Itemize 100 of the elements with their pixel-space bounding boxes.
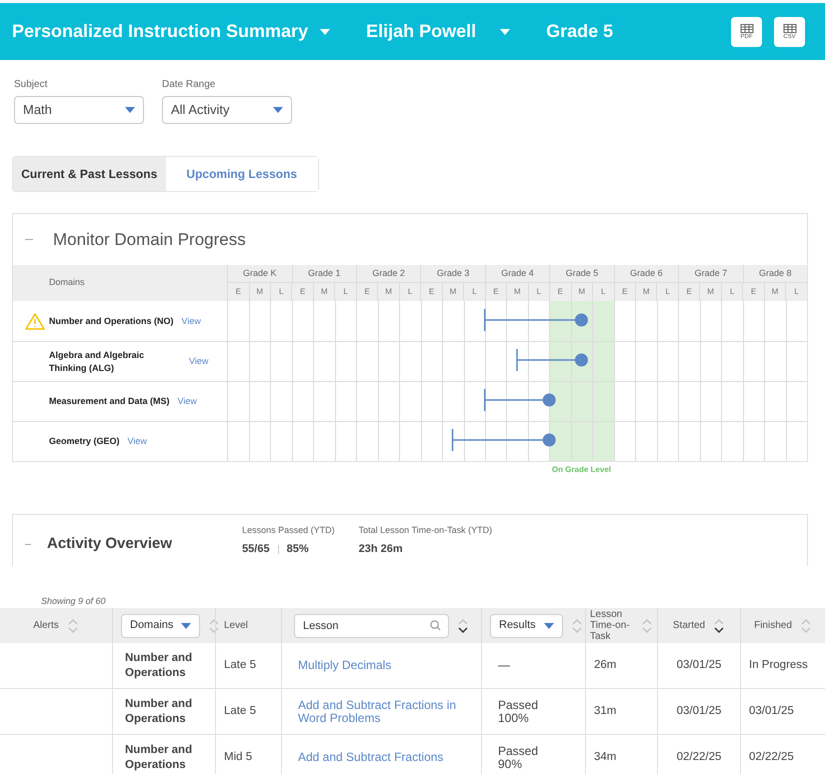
table-cell-text: Late 5	[224, 704, 256, 719]
progress-range	[516, 349, 588, 371]
table-cell-text: Late 5	[224, 658, 256, 673]
stat-label: Total Lesson Time-on-Task (YTD)	[358, 524, 492, 537]
table-cell-text: Passed 100%	[498, 698, 540, 724]
filter-label: Date Range	[162, 78, 216, 92]
band-header: L	[794, 286, 799, 298]
table-cell-text: 31m	[594, 704, 616, 719]
grade-header: Grade 3	[436, 266, 470, 280]
lesson-link[interactable]: Add and Subtract Fractions in Word Problems	[298, 698, 465, 724]
band-header: M	[256, 286, 264, 298]
band-header: M	[772, 286, 778, 298]
grade-header: Grade 2	[372, 266, 405, 280]
grade-header: Grade 7	[694, 266, 728, 280]
filter-dropdown[interactable]: All Activity	[162, 96, 292, 124]
grade-header: Grade 8	[759, 266, 792, 280]
sort-icon[interactable]	[713, 616, 726, 634]
domain-name: Measurement and Data (MS)	[49, 395, 170, 408]
band-header: E	[428, 286, 434, 298]
band-header: E	[558, 286, 563, 298]
band-header: L	[472, 286, 477, 298]
section-title: Activity Overview	[47, 534, 172, 554]
table-cell-text: 02/22/25	[676, 750, 722, 765]
report-title-dropdown[interactable]: Personalized Instruction Summary	[12, 18, 330, 45]
band-header: L	[343, 286, 348, 298]
band-header: L	[665, 286, 670, 298]
band-header: E	[300, 286, 306, 298]
band-header: E	[622, 286, 628, 298]
band-header: M	[578, 286, 586, 298]
band-header: M	[514, 286, 521, 298]
column-header: Lesson Time-on-Task	[590, 609, 631, 642]
table-cell-text: Mid 5	[224, 750, 252, 765]
caret-icon	[544, 622, 554, 628]
lesson-link[interactable]: Add and Subtract Fractions	[298, 751, 444, 764]
column-header: Level	[224, 619, 248, 633]
table-cell-text: 02/22/25	[749, 750, 794, 765]
domain-name: Geometry (GEO)	[49, 435, 120, 448]
view-link[interactable]: View	[189, 355, 208, 368]
table-cell-text: 03/01/25	[676, 704, 722, 719]
sort-icon[interactable]	[457, 616, 469, 634]
band-header: E	[493, 286, 499, 298]
band-header: L	[601, 286, 606, 298]
grade-header: Grade 6	[630, 266, 663, 280]
filter-dropdown[interactable]: Math	[14, 96, 144, 124]
caret-icon	[273, 107, 283, 113]
showing-count: Showing 9 of 60	[41, 596, 106, 606]
band-header: L	[730, 286, 734, 298]
view-link[interactable]: View	[128, 435, 147, 448]
grade-header: Grade K	[243, 266, 277, 280]
table-cell-text: In Progress	[749, 658, 808, 673]
column-filter-dropdown[interactable]: Results	[490, 614, 563, 638]
band-header: L	[536, 286, 542, 298]
caret-icon	[125, 107, 135, 113]
view-link[interactable]: View	[182, 314, 201, 328]
column-header: Started	[672, 620, 706, 631]
stat-value: 55/65	[242, 542, 270, 557]
table-cell-text: Number and Operations	[125, 696, 194, 726]
table-icon	[782, 24, 796, 32]
band-header: M	[642, 286, 650, 298]
band-header: E	[686, 286, 692, 298]
stat-label: Lessons Passed (YTD)	[242, 524, 335, 537]
grade-header: Grade 1	[308, 266, 340, 280]
column-header: Finished	[754, 620, 792, 631]
column-header: Domains	[49, 276, 85, 290]
table-cell-text: —	[498, 659, 511, 672]
table-cell-text: 34m	[594, 750, 616, 765]
grade-header: Grade 4	[501, 266, 534, 280]
lesson-tab[interactable]: Current & Past Lessons	[13, 157, 166, 191]
column-header: Alerts	[33, 620, 59, 631]
stat-value: 23h 26m	[358, 542, 403, 557]
lesson-link[interactable]: Multiply Decimals	[298, 659, 392, 672]
band-header: E	[236, 286, 241, 298]
band-header: M	[450, 286, 456, 298]
band-header: L	[279, 286, 284, 298]
on-grade-label: On Grade Level	[550, 464, 612, 476]
table-cell-text: Number and Operations	[125, 742, 194, 772]
band-header: M	[320, 286, 328, 298]
band-header: L	[408, 286, 412, 298]
caret-icon	[500, 28, 510, 34]
caret-icon	[181, 622, 192, 628]
domain-name: Number and Operations (NO)	[49, 314, 174, 328]
band-header: M	[385, 286, 392, 298]
band-header: E	[364, 286, 370, 298]
table-cell-text: 03/01/25	[676, 658, 722, 673]
view-link[interactable]: View	[178, 395, 197, 408]
search-icon	[430, 620, 441, 631]
lesson-search-field[interactable]: Lesson	[294, 614, 449, 638]
section-title: Monitor Domain Progress	[53, 228, 246, 251]
band-header: E	[750, 286, 756, 298]
column-filter-dropdown[interactable]: Domains	[121, 614, 200, 638]
table-cell-text: 03/01/25	[749, 704, 794, 719]
domain-name: Algebra and Algebraic Thinking (ALG)	[49, 348, 146, 374]
filter-label: Subject	[14, 78, 48, 92]
table-icon	[740, 24, 754, 32]
grade-label: Grade 5	[546, 20, 614, 43]
band-header: M	[707, 286, 714, 298]
student-dropdown[interactable]: Elijah Powell	[366, 18, 510, 45]
grade-header: Grade 5	[566, 266, 598, 280]
table-cell-text: Number and Operations	[125, 650, 194, 680]
table-cell-text: 26m	[594, 658, 616, 673]
